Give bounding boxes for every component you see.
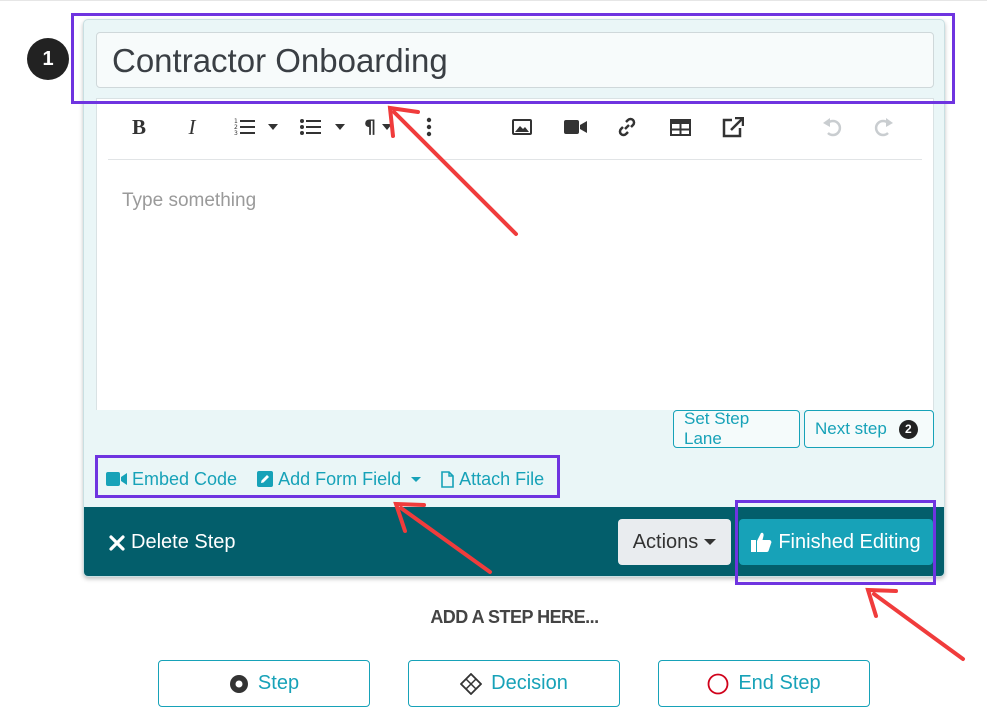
diamond-icon bbox=[460, 672, 483, 695]
add-decision-button[interactable]: Decision bbox=[408, 660, 620, 707]
add-step-heading: ADD A STEP HERE... bbox=[430, 607, 599, 627]
circle-icon bbox=[707, 673, 729, 694]
dot-circle-icon bbox=[229, 674, 248, 693]
arrow-to-title bbox=[392, 110, 518, 236]
arrow-to-field-actions bbox=[399, 506, 492, 574]
add-end-step-button[interactable]: End Step bbox=[658, 660, 870, 707]
add-step-button[interactable]: Step bbox=[158, 660, 370, 707]
